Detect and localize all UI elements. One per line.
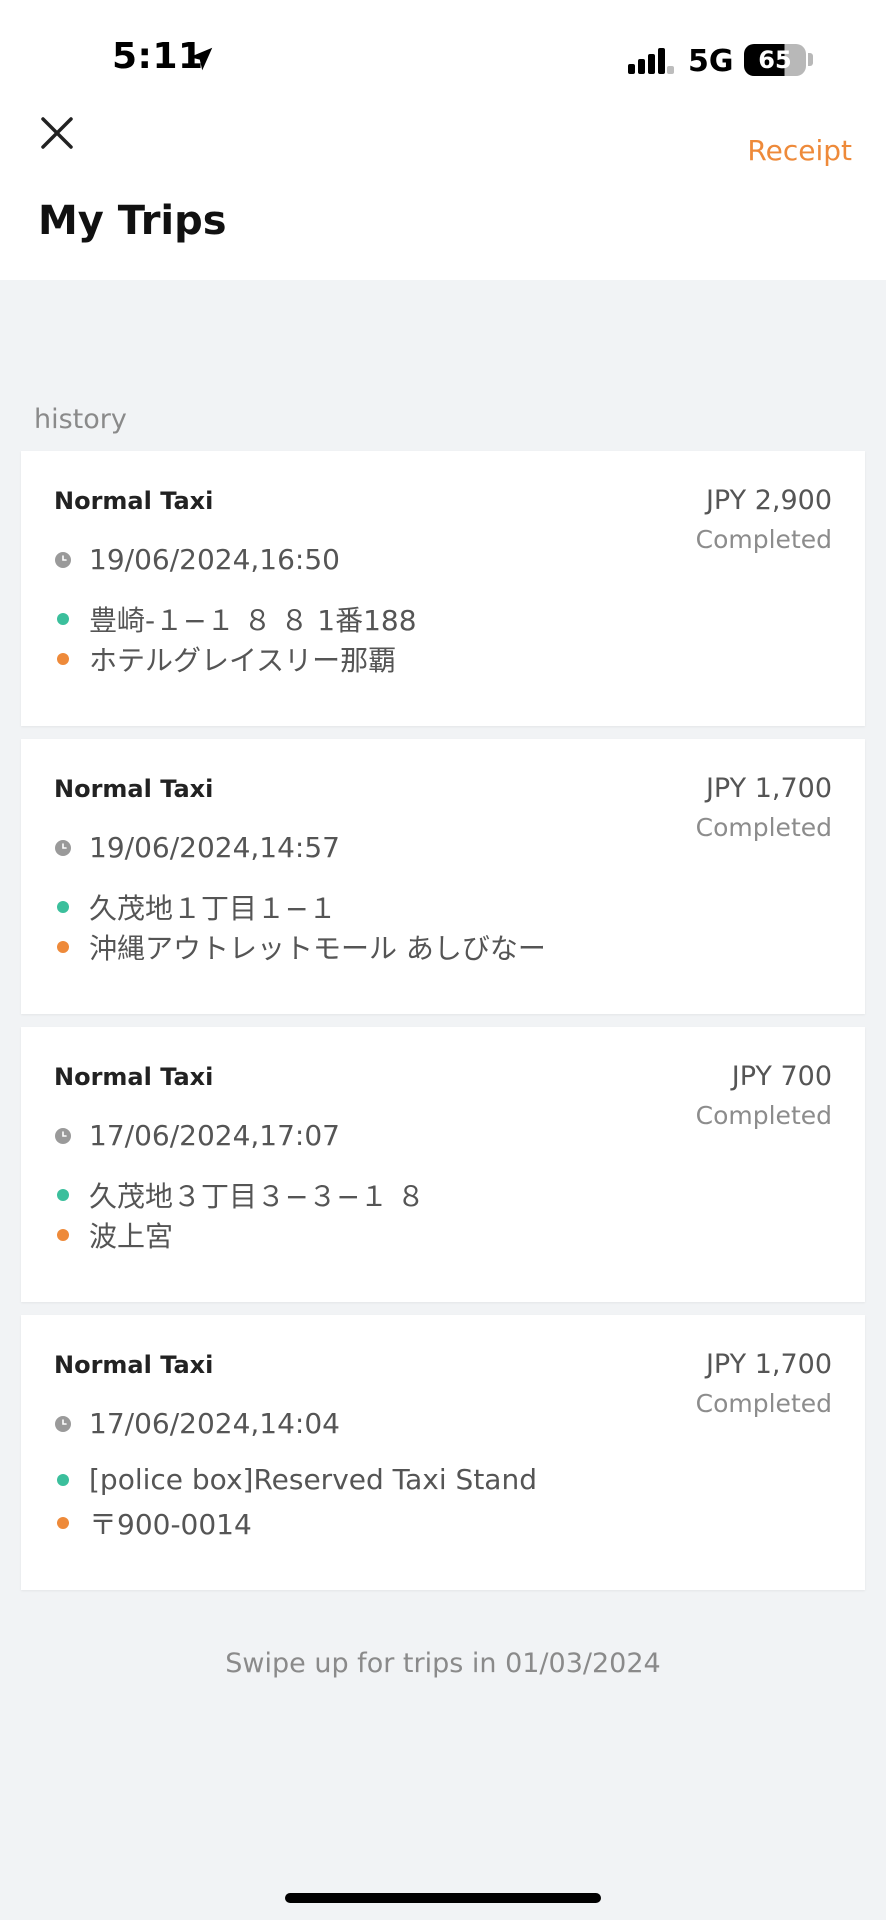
location-arrow-icon — [189, 47, 213, 71]
trip-status: Completed — [695, 813, 832, 842]
trip-origin: 久茂地１丁目１−１ — [89, 892, 337, 925]
trip-origin: 久茂地３丁目３−３−１ ８ — [89, 1180, 425, 1213]
trip-price: JPY 700 — [731, 1061, 832, 1092]
trip-card[interactable]: Normal Taxi JPY 1,700 Completed 19/06/20… — [21, 739, 865, 1014]
trip-datetime: 19/06/2024,14:57 — [89, 831, 340, 864]
trip-time-row: 19/06/2024,16:50 — [54, 543, 340, 576]
trip-origin: [police box]Reserved Taxi Stand — [89, 1463, 537, 1496]
status-bar: 5:11 5G 65 — [0, 0, 886, 110]
trip-origin: 豊崎-１−１ ８ ８ 1番188 — [89, 604, 417, 637]
destination-dot-icon — [57, 653, 69, 665]
section-label-history: history — [34, 404, 127, 435]
trip-type: Normal Taxi — [54, 487, 214, 515]
trip-type: Normal Taxi — [54, 1063, 214, 1091]
battery-level: 65 — [758, 46, 792, 74]
trip-destination: 波上宮 — [89, 1220, 174, 1253]
trip-price: JPY 2,900 — [705, 485, 832, 516]
trip-time-row: 17/06/2024,17:07 — [54, 1119, 340, 1152]
trip-destination: ホテルグレイスリー那覇 — [89, 644, 397, 677]
swipe-hint: Swipe up for trips in 01/03/2024 — [225, 1648, 661, 1679]
destination-dot-icon — [57, 1517, 69, 1529]
origin-dot-icon — [57, 1473, 69, 1486]
trip-time-row: 17/06/2024,14:04 — [54, 1407, 340, 1440]
receipt-button[interactable]: Receipt — [747, 134, 852, 167]
trip-card[interactable]: Normal Taxi JPY 2,900 Completed 19/06/20… — [21, 451, 865, 726]
destination-dot-icon — [57, 1229, 69, 1241]
trip-datetime: 17/06/2024,14:04 — [89, 1407, 340, 1440]
trip-destination-row: 〒900-0014 — [54, 1503, 252, 1543]
trip-destination-row: 波上宮 — [54, 1215, 173, 1255]
trip-status: Completed — [695, 1389, 832, 1418]
trip-destination: 沖縄アウトレットモール あしびなー — [89, 932, 546, 965]
clock-icon — [55, 1415, 71, 1432]
origin-dot-icon — [57, 613, 69, 625]
close-icon[interactable] — [36, 112, 78, 154]
origin-dot-icon — [57, 901, 69, 913]
trip-origin-row: [police box]Reserved Taxi Stand — [54, 1463, 537, 1496]
trip-price: JPY 1,700 — [705, 773, 832, 804]
trip-status: Completed — [695, 1101, 832, 1130]
trip-origin-row: 豊崎-１−１ ８ ８ 1番188 — [54, 599, 417, 639]
header: 5:11 5G 65 Receipt My Trips — [0, 0, 886, 280]
trip-datetime: 19/06/2024,16:50 — [89, 543, 340, 576]
trip-status: Completed — [695, 525, 832, 554]
trip-card[interactable]: Normal Taxi JPY 700 Completed 17/06/2024… — [21, 1027, 865, 1302]
trip-destination-row: 沖縄アウトレットモール あしびなー — [54, 927, 546, 967]
network-type: 5G — [688, 44, 734, 79]
page-title: My Trips — [38, 198, 227, 244]
trip-price: JPY 1,700 — [705, 1349, 832, 1380]
trip-card[interactable]: Normal Taxi JPY 1,700 Completed 17/06/20… — [21, 1315, 865, 1590]
trip-time-row: 19/06/2024,14:57 — [54, 831, 340, 864]
signal-icon — [628, 48, 674, 74]
trip-origin-row: 久茂地１丁目１−１ — [54, 887, 336, 927]
destination-dot-icon — [57, 941, 69, 953]
home-indicator[interactable] — [285, 1893, 601, 1903]
clock-icon — [55, 1127, 71, 1144]
battery-cap — [808, 53, 813, 66]
trip-list: Normal Taxi JPY 2,900 Completed 19/06/20… — [21, 451, 865, 1603]
trip-datetime: 17/06/2024,17:07 — [89, 1119, 340, 1152]
trip-destination-row: ホテルグレイスリー那覇 — [54, 639, 396, 679]
clock-icon — [55, 839, 71, 856]
origin-dot-icon — [57, 1189, 69, 1201]
trip-type: Normal Taxi — [54, 1351, 214, 1379]
trip-type: Normal Taxi — [54, 775, 214, 803]
trip-destination: 〒900-0014 — [89, 1508, 252, 1541]
clock-icon — [55, 551, 71, 568]
trip-origin-row: 久茂地３丁目３−３−１ ８ — [54, 1175, 425, 1215]
